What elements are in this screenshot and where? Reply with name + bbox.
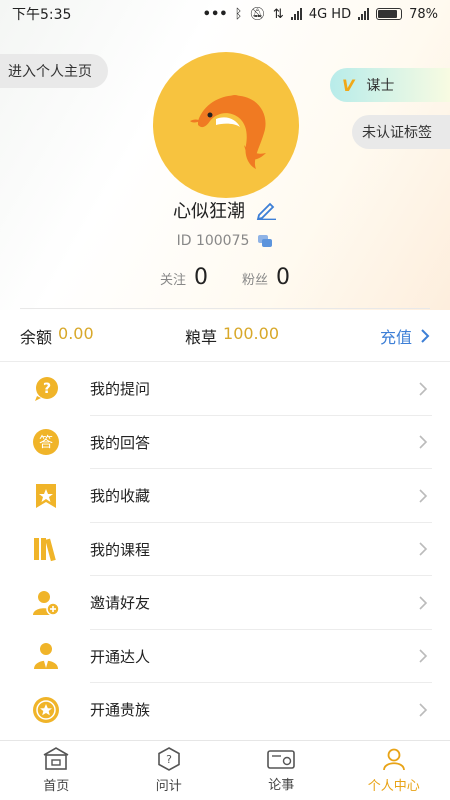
signal-icon [290, 8, 302, 20]
svg-text:?: ? [43, 381, 51, 397]
menu-item-label: 开通贵族 [90, 701, 151, 720]
grain: 粮草 100.00 [185, 324, 380, 348]
chevron-right-icon [419, 703, 428, 717]
bluetooth-icon: ᛒ [234, 6, 243, 22]
svg-text:答: 答 [39, 434, 53, 451]
menu-list: ? 我的提问 答 我的回答 我的收藏 我的课程 邀请好友 开通达人 开通贵族 [0, 362, 450, 737]
menu-item-my-answers[interactable]: 答 我的回答 [0, 416, 450, 470]
balance-label: 余额 [20, 328, 53, 347]
user-id-row: ID 100075 [0, 230, 450, 252]
following-label: 关注 [159, 272, 186, 288]
discuss-icon [267, 750, 296, 769]
chevron-right-icon [419, 542, 428, 556]
title-tag-label: 谋士 [366, 78, 395, 94]
recharge-label: 充值 [379, 328, 412, 347]
tab-label: 首页 [43, 779, 70, 794]
edit-icon[interactable] [255, 200, 277, 220]
following-stat[interactable]: 关注 0 [160, 265, 208, 290]
grain-label: 粮草 [185, 328, 218, 347]
question-icon: ? [31, 374, 61, 404]
chevron-right-icon [421, 329, 430, 343]
menu-item-label: 我的提问 [90, 380, 151, 399]
dolphin-icon [190, 95, 266, 169]
divider [20, 308, 430, 309]
home-icon [43, 747, 69, 770]
title-tag[interactable]: V 谋士 [330, 68, 450, 102]
menu-item-become-noble[interactable]: 开通贵族 [0, 683, 450, 737]
enter-homepage-label: 进入个人主页 [8, 64, 92, 80]
menu-item-label: 我的回答 [90, 433, 151, 452]
expert-icon [31, 641, 61, 671]
chevron-right-icon [419, 489, 428, 503]
balance: 余额 0.00 [20, 324, 185, 348]
menu-item-my-favorites[interactable]: 我的收藏 [0, 469, 450, 523]
data-transfer-icon: ⇅ [272, 6, 284, 22]
chevron-right-icon [419, 596, 428, 610]
battery-icon [376, 8, 403, 20]
status-indicators: ••• ᛒ 🔕︎ ⇅ 4G HD 78% [203, 7, 438, 22]
menu-item-my-courses[interactable]: 我的课程 [0, 523, 450, 577]
balance-row: 余额 0.00 粮草 100.00 充值 [0, 312, 450, 360]
tab-profile[interactable]: 个人中心 [338, 741, 450, 800]
profile-icon [382, 748, 405, 771]
fans-count: 0 [276, 264, 291, 290]
menu-item-my-questions[interactable]: ? 我的提问 [0, 362, 450, 416]
copy-icon[interactable] [257, 234, 273, 248]
battery-percent: 78% [409, 6, 438, 22]
nickname-row: 心似狂潮 [0, 195, 450, 225]
user-id: ID 100075 [176, 233, 250, 249]
svg-text:?: ? [166, 753, 172, 766]
status-time: 下午5:35 [12, 7, 72, 23]
chevron-right-icon [419, 382, 428, 396]
bottom-tab-bar: 首页 ? 问计 论事 个人中心 [0, 740, 450, 800]
v-badge-icon: V [342, 75, 355, 95]
menu-item-label: 邀请好友 [90, 594, 151, 613]
tab-label: 个人中心 [367, 779, 420, 794]
chevron-right-icon [419, 649, 428, 663]
grain-value: 100.00 [223, 324, 279, 343]
signal-icon-2 [358, 8, 370, 20]
network-type: 4G HD [308, 6, 352, 22]
fans-stat[interactable]: 粉丝 0 [242, 265, 290, 290]
mute-icon: 🔕︎ [249, 6, 266, 22]
unverified-tag-label: 未认证标签 [362, 125, 432, 141]
status-bar: 下午5:35 ••• ᛒ 🔕︎ ⇅ 4G HD 78% [0, 0, 450, 28]
follow-stats: 关注 0 粉丝 0 [0, 262, 450, 292]
recharge-button[interactable]: 充值 [380, 324, 430, 348]
menu-item-invite-friends[interactable]: 邀请好友 [0, 576, 450, 630]
menu-item-become-expert[interactable]: 开通达人 [0, 630, 450, 684]
tab-ask[interactable]: ? 问计 [113, 741, 226, 800]
noble-icon [31, 695, 61, 725]
books-icon [31, 534, 61, 564]
tab-discuss[interactable]: 论事 [225, 741, 338, 800]
tab-home[interactable]: 首页 [0, 741, 113, 800]
avatar[interactable] [153, 52, 299, 198]
tab-label: 论事 [268, 778, 295, 793]
answer-icon: 答 [31, 427, 61, 457]
fans-label: 粉丝 [242, 272, 269, 288]
ask-icon: ? [157, 747, 180, 771]
balance-value: 0.00 [58, 324, 94, 343]
enter-homepage-button[interactable]: 进入个人主页 [0, 54, 108, 88]
bookmark-icon [31, 481, 61, 511]
chevron-right-icon [419, 435, 428, 449]
menu-item-label: 我的收藏 [90, 487, 151, 506]
menu-item-label: 开通达人 [90, 647, 151, 666]
tab-label: 问计 [155, 779, 182, 794]
invite-friend-icon [31, 588, 61, 618]
menu-item-label: 我的课程 [90, 540, 151, 559]
following-count: 0 [194, 264, 208, 290]
unverified-tag-button[interactable]: 未认证标签 [352, 115, 450, 149]
more-dots-icon: ••• [202, 6, 228, 22]
nickname: 心似狂潮 [173, 201, 245, 222]
